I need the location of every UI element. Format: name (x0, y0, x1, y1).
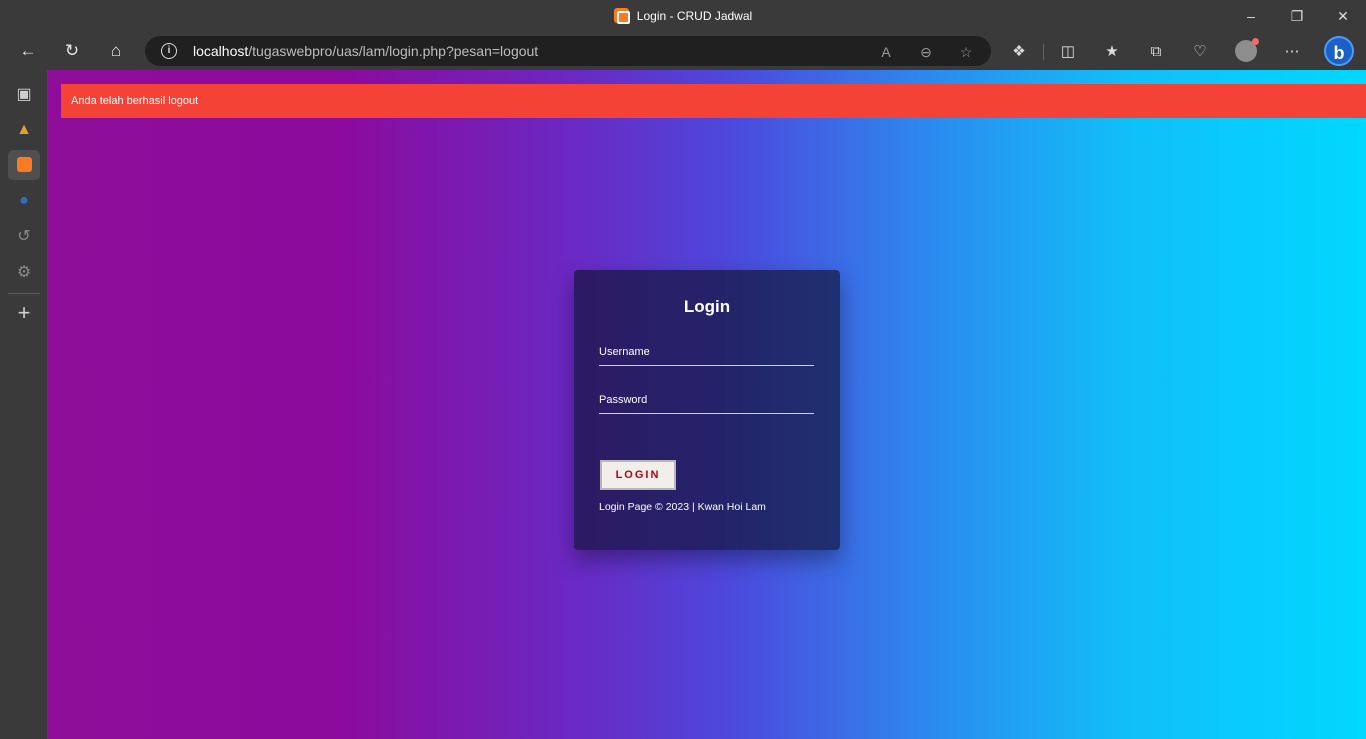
settings-icon[interactable]: ⚙ (8, 258, 40, 288)
xampp-favicon-icon (613, 8, 630, 24)
home-icon[interactable]: ⌂ (101, 36, 131, 66)
sidebar-divider (8, 293, 40, 294)
history-icon[interactable]: ↺ (8, 222, 40, 252)
performance-icon[interactable]: ♡ (1188, 40, 1212, 64)
site-info-icon[interactable]: i (161, 43, 177, 59)
app-icon[interactable]: ▲ (8, 115, 40, 145)
bing-copilot-icon[interactable]: b (1324, 36, 1354, 66)
close-icon[interactable]: ✕ (1320, 0, 1366, 32)
url-host: localhost (193, 43, 249, 59)
refresh-icon[interactable]: ↻ (57, 36, 87, 66)
password-field-wrapper (599, 388, 814, 414)
xampp-icon[interactable] (8, 150, 40, 180)
zoom-out-icon[interactable]: ⊖ (915, 41, 937, 63)
favorites-icon[interactable]: ★ (1100, 40, 1124, 64)
url-path: /tugaswebpro/uas/lam/login.php?pesan=log… (248, 43, 539, 59)
browser-sidebar: ▣ ▲ ● ↺ ⚙ + (0, 70, 48, 739)
edge-icon[interactable]: ● (8, 186, 40, 216)
profile-avatar[interactable] (1235, 38, 1259, 62)
window-title: Login - CRUD Jadwal (0, 8, 1366, 24)
split-screen-icon[interactable]: ◫ (1056, 40, 1080, 64)
browser-toolbar: ← ↻ ⌂ i localhost/tugaswebpro/uas/lam/lo… (0, 32, 1366, 70)
minimize-icon[interactable]: – (1228, 0, 1274, 32)
password-input[interactable] (599, 388, 814, 412)
favorite-star-icon[interactable]: ☆ (955, 41, 977, 63)
address-bar[interactable]: i localhost/tugaswebpro/uas/lam/login.ph… (145, 36, 991, 66)
username-input[interactable] (599, 340, 814, 364)
back-icon[interactable]: ← (13, 36, 43, 66)
collections-icon[interactable]: ⧉ (1144, 40, 1168, 64)
toolbar-divider (1043, 44, 1044, 60)
read-aloud-icon[interactable]: A (875, 41, 897, 63)
restore-icon[interactable]: ❐ (1274, 0, 1320, 32)
login-title: Login (683, 297, 731, 316)
logout-alert: Anda telah berhasil logout (61, 84, 1366, 118)
add-icon[interactable]: + (8, 298, 40, 328)
page-viewport: Anda telah berhasil logout Login LOGIN L… (48, 70, 1366, 739)
url-text[interactable]: localhost/tugaswebpro/uas/lam/login.php?… (193, 43, 538, 59)
extensions-icon[interactable]: ❖ (1007, 40, 1031, 64)
more-menu-icon[interactable]: ⋯ (1280, 40, 1304, 64)
title-bar: Login - CRUD Jadwal – ❐ ✕ (0, 0, 1366, 32)
window-title-text: Login - CRUD Jadwal (636, 9, 753, 23)
username-field-wrapper (599, 340, 814, 366)
login-card: Login LOGIN Login Page © 2023 | Kwan Hoi… (574, 270, 840, 550)
tabs-icon[interactable]: ▣ (8, 80, 40, 110)
login-button[interactable]: LOGIN (600, 460, 676, 490)
login-footer: Login Page © 2023 | Kwan Hoi Lam (599, 501, 766, 513)
